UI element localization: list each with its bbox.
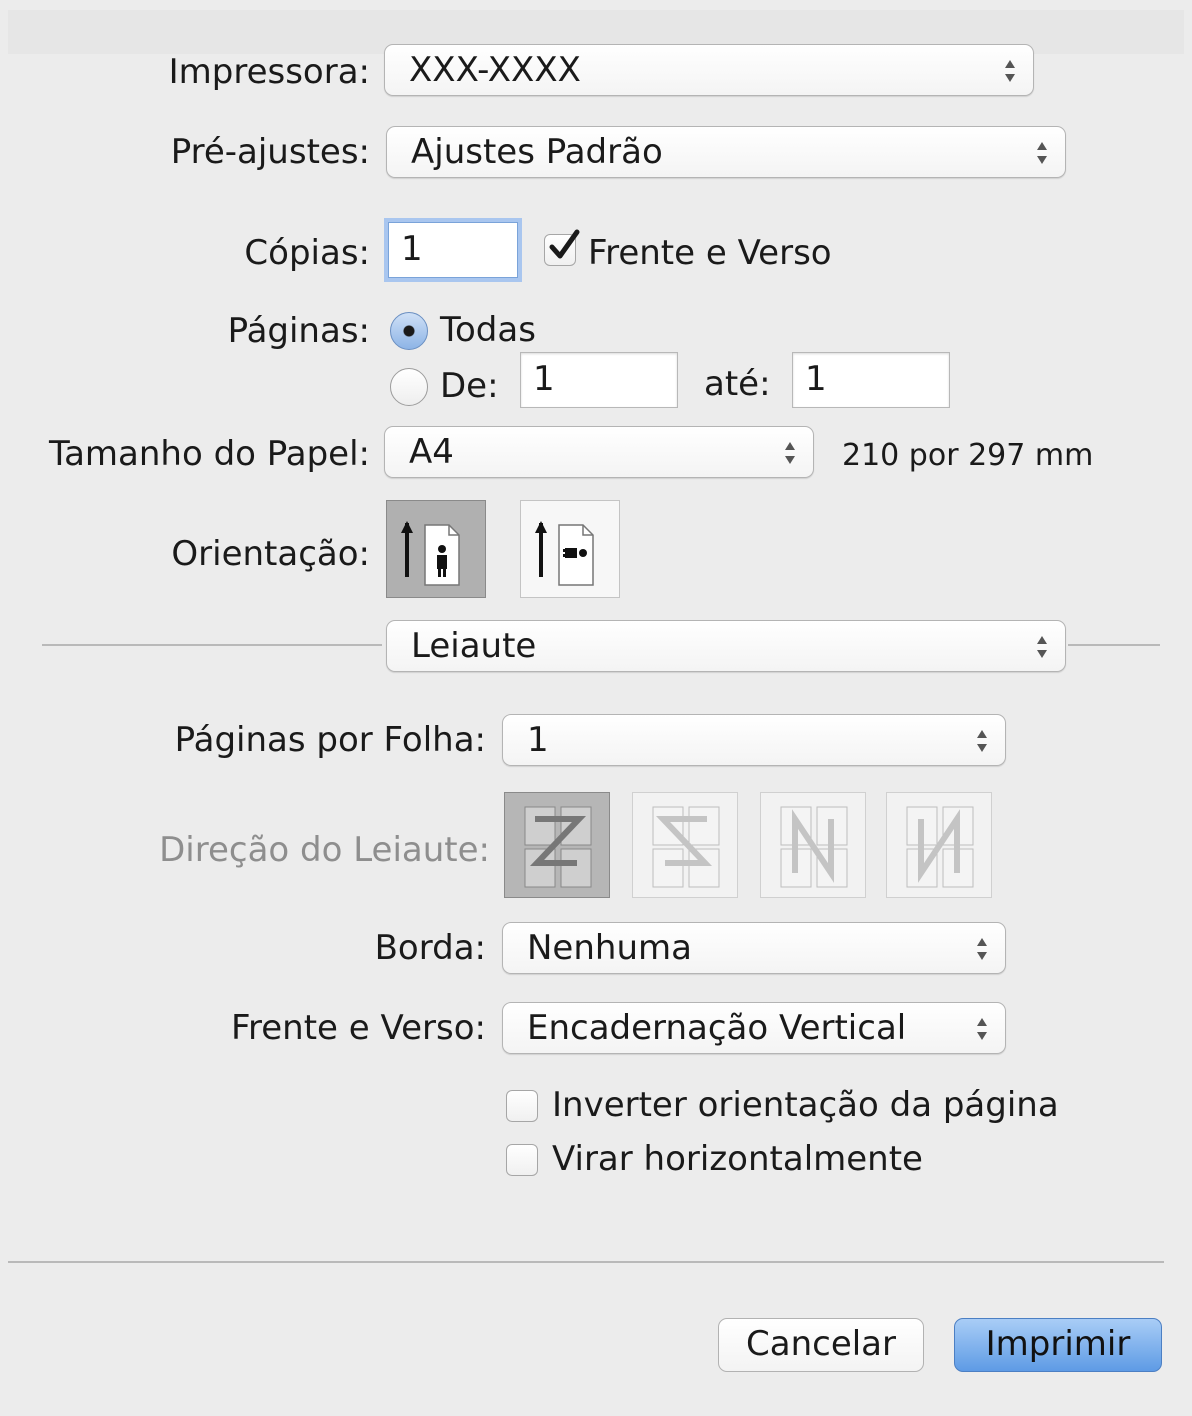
pages-to-label: até:	[704, 364, 771, 404]
direction-reverse-z-button[interactable]	[632, 792, 738, 898]
border-popup[interactable]: Nenhuma	[502, 922, 1006, 974]
print-button[interactable]: Imprimir	[954, 1318, 1162, 1372]
copies-label: Cópias:	[244, 233, 370, 273]
pages-per-sheet-value: 1	[527, 720, 549, 760]
printer-popup[interactable]: XXX-XXXX	[384, 44, 1034, 96]
reverse-orientation-label[interactable]: Inverter orientação da página	[552, 1085, 1059, 1125]
presets-popup[interactable]: Ajustes Padrão	[386, 126, 1066, 178]
reverse-z-direction-icon	[652, 806, 720, 888]
flip-horizontal-checkbox[interactable]	[506, 1144, 538, 1176]
presets-value: Ajustes Padrão	[411, 132, 663, 172]
cancel-button[interactable]: Cancelar	[718, 1318, 924, 1372]
updown-arrows-icon	[977, 938, 987, 960]
section-divider-left	[42, 644, 382, 646]
footer-divider	[8, 1261, 1164, 1263]
portrait-icon	[401, 521, 460, 586]
paper-dimensions: 210 por 297 mm	[842, 438, 1094, 473]
pages-from-radio[interactable]	[390, 368, 428, 406]
presets-label: Pré-ajustes:	[170, 132, 370, 172]
updown-arrows-icon	[1037, 142, 1047, 164]
landscape-icon	[535, 521, 594, 586]
layout-direction-label: Direção do Leiaute:	[159, 830, 490, 870]
pages-per-sheet-popup[interactable]: 1	[502, 714, 1006, 766]
orientation-label: Orientação:	[171, 534, 370, 574]
print-dialog: Impressora: XXX-XXXX Pré-ajustes: Ajuste…	[0, 0, 1192, 1416]
updown-arrows-icon	[977, 1018, 987, 1040]
n-direction-icon	[780, 806, 848, 888]
section-popup[interactable]: Leiaute	[386, 620, 1066, 672]
copies-input[interactable]: 1	[388, 222, 518, 278]
paper-size-value: A4	[409, 432, 454, 472]
section-divider-right	[1068, 644, 1160, 646]
copies-value: 1	[401, 229, 423, 269]
printer-label: Impressora:	[168, 52, 370, 92]
reverse-n-direction-icon	[906, 806, 974, 888]
reverse-orientation-checkbox[interactable]	[506, 1090, 538, 1122]
direction-n-button[interactable]	[760, 792, 866, 898]
checkmark-icon	[549, 229, 580, 259]
duplex-label[interactable]: Frente e Verso	[588, 233, 832, 273]
portrait-orientation-button[interactable]	[386, 500, 486, 598]
flip-horizontal-label[interactable]: Virar horizontalmente	[552, 1139, 923, 1179]
direction-reverse-n-button[interactable]	[886, 792, 992, 898]
layout-duplex-popup[interactable]: Encadernação Vertical	[502, 1002, 1006, 1054]
pages-per-sheet-label: Páginas por Folha:	[174, 720, 486, 760]
pages-to-input[interactable]: 1	[792, 352, 950, 408]
pages-to-value: 1	[805, 359, 827, 399]
layout-duplex-value: Encadernação Vertical	[527, 1008, 907, 1048]
duplex-checkbox[interactable]	[544, 229, 580, 266]
paper-size-label: Tamanho do Papel:	[48, 434, 370, 474]
paper-size-popup[interactable]: A4	[384, 426, 814, 478]
pages-all-radio[interactable]	[390, 312, 428, 350]
updown-arrows-icon	[1005, 60, 1015, 82]
pages-label: Páginas:	[227, 311, 370, 351]
border-label: Borda:	[374, 928, 486, 968]
section-value: Leiaute	[411, 626, 537, 666]
printer-value: XXX-XXXX	[409, 50, 581, 90]
landscape-orientation-button[interactable]	[520, 500, 620, 598]
updown-arrows-icon	[977, 730, 987, 752]
direction-z-button[interactable]	[504, 792, 610, 898]
pages-from-value: 1	[533, 359, 555, 399]
pages-from-input[interactable]: 1	[520, 352, 678, 408]
updown-arrows-icon	[785, 442, 795, 464]
pages-from-label[interactable]: De:	[440, 366, 499, 406]
pages-all-label[interactable]: Todas	[440, 310, 536, 350]
updown-arrows-icon	[1037, 636, 1047, 658]
z-direction-icon	[524, 806, 592, 888]
layout-duplex-label: Frente e Verso:	[230, 1008, 486, 1048]
border-value: Nenhuma	[527, 928, 692, 968]
